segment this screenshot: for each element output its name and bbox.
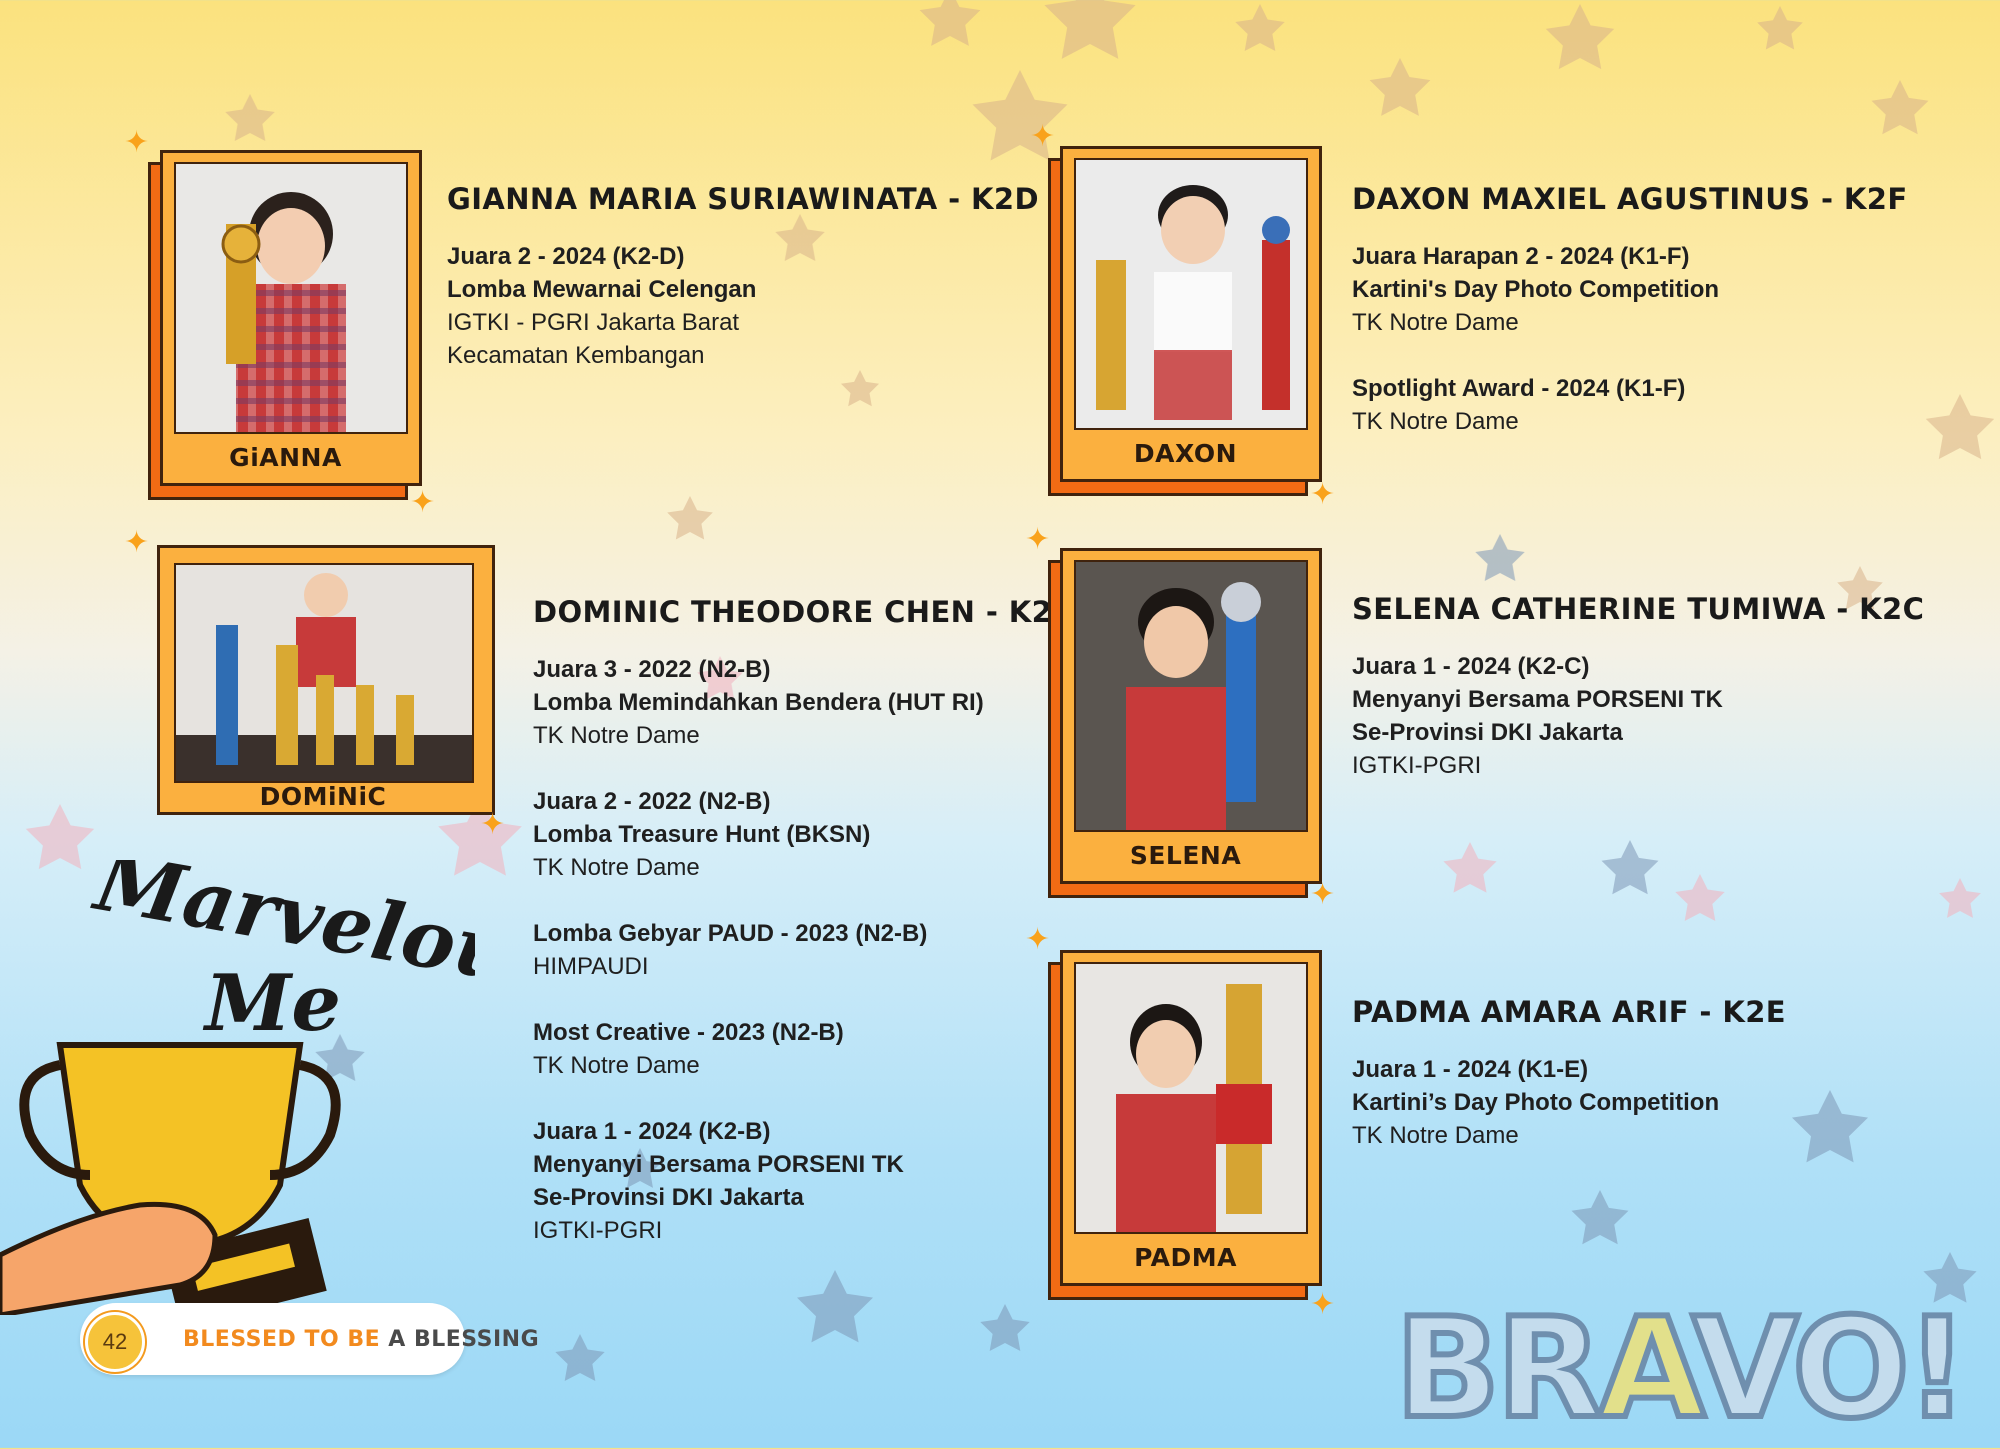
student-card-padma: PADMA xyxy=(1048,950,1323,1300)
tagline-part: A BLESSING xyxy=(388,1327,540,1352)
info-daxon: DAXON MAXIEL AGUSTINUS - K2F Juara Harap… xyxy=(1352,182,1908,438)
sparkle-icon: ✦ xyxy=(410,485,436,520)
award-line: Se-Provinsi DKI Jakarta xyxy=(533,1184,804,1211)
award-line: Juara 1 - 2024 (K2-B) xyxy=(533,1118,771,1145)
nickname-padma: PADMA xyxy=(1134,1243,1237,1272)
tagline-part: BLESSED TO BE xyxy=(183,1327,389,1352)
award-line: Most Creative - 2023 (N2-B) xyxy=(533,1019,844,1046)
award-line: TK Notre Dame xyxy=(1352,1122,1519,1149)
student-name: GIANNA MARIA SURIAWINATA - K2D xyxy=(447,182,1039,216)
award-line: Se-Provinsi DKI Jakarta xyxy=(1352,719,1623,746)
photo-gianna xyxy=(174,162,408,434)
award-line: Juara 1 - 2024 (K1-E) xyxy=(1352,1056,1589,1083)
sparkle-icon: ✦ xyxy=(124,525,150,560)
award-line: TK Notre Dame xyxy=(533,854,700,881)
award-line: Juara 2 - 2024 (K2-D) xyxy=(447,243,685,270)
footer-tagline: BLESSED TO BE A BLESSING xyxy=(183,1327,539,1352)
bravo-part: BR xyxy=(1392,1288,1605,1449)
info-selena: SELENA CATHERINE TUMIWA - K2C Juara 1 - … xyxy=(1352,592,1924,782)
photo-padma xyxy=(1074,962,1308,1234)
student-card-gianna: GiANNA xyxy=(148,150,423,500)
svg-text:Me: Me xyxy=(202,958,341,1049)
child-with-trophy-image xyxy=(1096,185,1290,420)
award-line: IGTKI-PGRI xyxy=(533,1217,663,1244)
student-name: PADMA AMARA ARIF - K2E xyxy=(1352,995,1786,1029)
award-line: HIMPAUDI xyxy=(533,953,649,980)
photo-daxon xyxy=(1074,158,1308,430)
child-with-trophy-image xyxy=(221,192,346,432)
student-card-selena: SELENA xyxy=(1048,548,1323,898)
photo-dominic xyxy=(174,563,474,783)
award-line: Spotlight Award - 2024 (K1-F) xyxy=(1352,375,1686,402)
sparkle-icon: ✦ xyxy=(1310,1287,1336,1322)
award-line: Lomba Gebyar PAUD - 2023 (N2-B) xyxy=(533,920,928,947)
award-line: TK Notre Dame xyxy=(533,722,700,749)
info-dominic: DOMINIC THEODORE CHEN - K2B Juara 3 - 20… xyxy=(533,595,1075,1247)
award-line: Lomba Mewarnai Celengan xyxy=(447,276,757,303)
award-line: Kecamatan Kembangan xyxy=(447,342,705,369)
bravo-logo: BRAVO! xyxy=(1392,1297,1972,1441)
nickname-gianna: GiANNA xyxy=(229,443,342,472)
student-card-daxon: DAXON xyxy=(1048,146,1323,496)
nickname-daxon: DAXON xyxy=(1133,439,1238,468)
nickname-selena: SELENA xyxy=(1129,841,1242,870)
award-line: Kartini's Day Photo Competition xyxy=(1352,276,1720,303)
page-number: 42 xyxy=(85,1312,145,1372)
award-line: TK Notre Dame xyxy=(1352,309,1519,336)
nickname-dominic: DOMiNiC xyxy=(259,782,387,811)
student-card-dominic: DOMiNiC xyxy=(148,545,498,825)
award-line: Juara Harapan 2 - 2024 (K1-F) xyxy=(1352,243,1690,270)
bravo-part: A xyxy=(1595,1288,1698,1449)
award-line: IGTKI - PGRI Jakarta Barat xyxy=(447,309,740,336)
award-line: Lomba Treasure Hunt (BKSN) xyxy=(533,821,871,848)
marvelous-me-lettering: Marvelous Me xyxy=(86,860,475,1049)
award-line: Menyanyi Bersama PORSENI TK xyxy=(1352,686,1723,713)
award-line: Menyanyi Bersama PORSENI TK xyxy=(533,1151,904,1178)
photo-selena xyxy=(1074,560,1308,832)
student-name: DAXON MAXIEL AGUSTINUS - K2F xyxy=(1352,182,1908,216)
award-line: Kartini’s Day Photo Competition xyxy=(1352,1089,1720,1116)
award-line: Juara 3 - 2022 (N2-B) xyxy=(533,656,771,683)
award-line: TK Notre Dame xyxy=(1352,408,1519,435)
award-line: Lomba Memindahkan Bendera (HUT RI) xyxy=(533,689,984,716)
child-with-trophy-image xyxy=(1116,984,1272,1232)
student-name: SELENA CATHERINE TUMIWA - K2C xyxy=(1352,592,1925,626)
award-line: Juara 2 - 2022 (N2-B) xyxy=(533,788,771,815)
child-with-trophies-image xyxy=(176,573,472,781)
bravo-part: VO! xyxy=(1689,1288,1972,1449)
sparkle-icon: ✦ xyxy=(480,807,506,842)
sparkle-icon: ✦ xyxy=(1310,877,1336,912)
sparkle-icon: ✦ xyxy=(124,125,150,160)
sparkle-icon: ✦ xyxy=(1025,522,1051,557)
student-name: DOMINIC THEODORE CHEN - K2B xyxy=(533,595,1075,629)
sparkle-icon: ✦ xyxy=(1025,922,1051,957)
award-line: Juara 1 - 2024 (K2-C) xyxy=(1352,653,1590,680)
award-line: IGTKI-PGRI xyxy=(1352,752,1482,779)
info-gianna: GIANNA MARIA SURIAWINATA - K2D Juara 2 -… xyxy=(447,182,1039,372)
child-with-trophy-image xyxy=(1126,582,1261,830)
sparkle-icon: ✦ xyxy=(1310,477,1336,512)
info-padma: PADMA AMARA ARIF - K2E Juara 1 - 2024 (K… xyxy=(1352,995,1786,1152)
award-line: TK Notre Dame xyxy=(533,1052,700,1079)
sparkle-icon: ✦ xyxy=(1030,119,1056,154)
